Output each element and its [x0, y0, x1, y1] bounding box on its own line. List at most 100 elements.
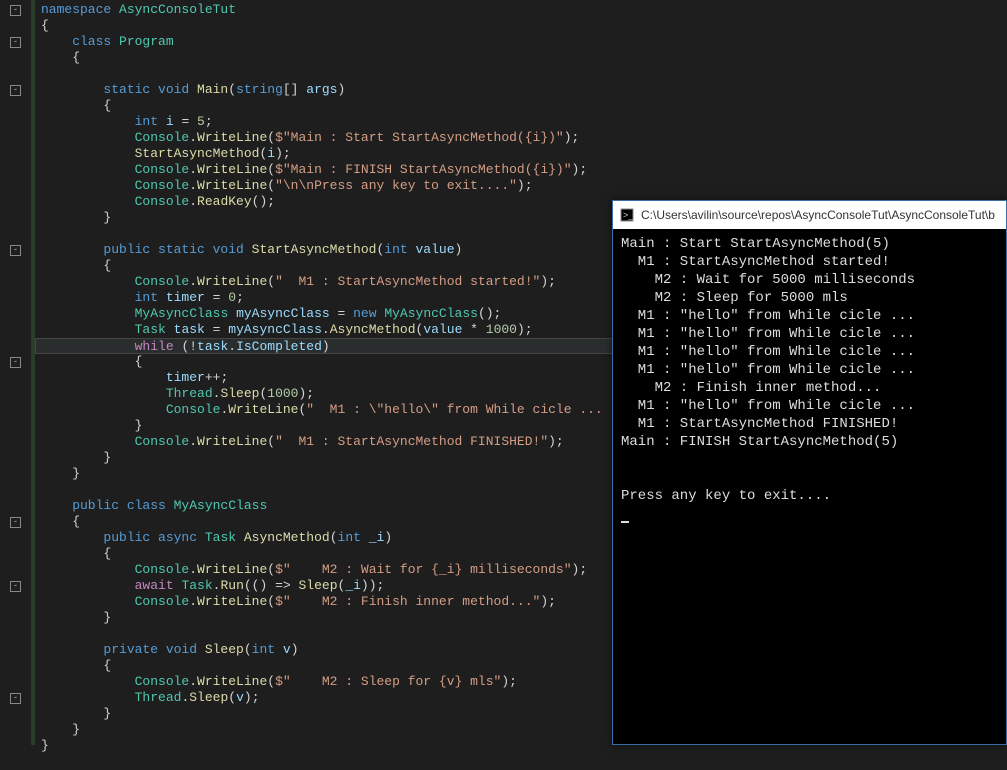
code-line[interactable]: Console.WriteLine($"Main : Start StartAs…	[41, 130, 1007, 146]
fold-toggle-icon[interactable]: -	[10, 245, 21, 256]
code-token: int	[41, 114, 166, 129]
code-token: WriteLine	[197, 434, 267, 449]
gutter-line	[0, 226, 31, 242]
code-token: Console	[135, 562, 190, 577]
code-token	[41, 274, 135, 289]
code-token	[41, 690, 135, 705]
code-token: }	[41, 418, 142, 433]
fold-toggle-icon[interactable]: -	[10, 581, 21, 592]
gutter-line	[0, 530, 31, 546]
code-token: Sleep	[298, 578, 337, 593]
code-token	[41, 162, 135, 177]
code-token: WriteLine	[197, 274, 267, 289]
code-line[interactable]: {	[41, 18, 1007, 34]
code-token: .	[189, 434, 197, 449]
gutter-line	[0, 386, 31, 402]
code-line[interactable]: {	[41, 98, 1007, 114]
code-token: " M1 : StartAsyncMethod started!"	[275, 274, 540, 289]
fold-toggle-icon[interactable]: -	[10, 357, 21, 368]
code-token: WriteLine	[197, 562, 267, 577]
code-line[interactable]: Console.WriteLine($"Main : FINISH StartA…	[41, 162, 1007, 178]
code-token: {	[41, 18, 49, 33]
console-line: M1 : StartAsyncMethod started!	[621, 253, 998, 271]
gutter-line	[0, 498, 31, 514]
gutter-line	[0, 722, 31, 738]
code-token: )	[455, 242, 463, 257]
code-token: (	[228, 690, 236, 705]
code-line[interactable]: namespace AsyncConsoleTut	[41, 2, 1007, 18]
code-token: StartAsyncMethod	[252, 242, 377, 257]
gutter-line	[0, 738, 31, 754]
code-token: (	[267, 674, 275, 689]
code-line[interactable]: Console.WriteLine("\n\nPress any key to …	[41, 178, 1007, 194]
code-token: WriteLine	[197, 594, 267, 609]
code-token: int	[338, 530, 369, 545]
code-token: Sleep	[189, 690, 228, 705]
gutter-line	[0, 178, 31, 194]
fold-toggle-icon[interactable]: -	[10, 693, 21, 704]
code-token: 1000	[486, 322, 517, 337]
code-token: }	[41, 610, 111, 625]
code-token: i	[267, 146, 275, 161]
console-line: M1 : StartAsyncMethod FINISHED!	[621, 415, 998, 433]
gutter-line	[0, 306, 31, 322]
console-line: M1 : "hello" from While cicle ...	[621, 361, 998, 379]
console-line: M2 : Finish inner method...	[621, 379, 998, 397]
code-token: (	[267, 594, 275, 609]
console-app-icon: >_	[619, 207, 635, 223]
code-line[interactable]: {	[41, 50, 1007, 66]
code-token: );	[572, 562, 588, 577]
code-token: );	[540, 274, 556, 289]
gutter-line: -	[0, 578, 31, 594]
code-token: _i	[345, 578, 361, 593]
gutter-line	[0, 610, 31, 626]
code-token: WriteLine	[197, 178, 267, 193]
code-token: {	[41, 50, 80, 65]
code-token: AsyncMethod	[244, 530, 330, 545]
console-window[interactable]: >_ C:\Users\avilin\source\repos\AsyncCon…	[612, 200, 1007, 745]
code-token: Program	[119, 34, 174, 49]
code-token: );	[517, 178, 533, 193]
code-line[interactable]: int i = 5;	[41, 114, 1007, 130]
code-line[interactable]: static void Main(string[] args)	[41, 82, 1007, 98]
code-token: value	[423, 322, 462, 337]
code-token: )	[384, 530, 392, 545]
code-line[interactable]: StartAsyncMethod(i);	[41, 146, 1007, 162]
code-token: *	[462, 322, 485, 337]
fold-toggle-icon[interactable]: -	[10, 5, 21, 16]
code-token: (	[267, 130, 275, 145]
code-token: .	[189, 194, 197, 209]
code-token: );	[564, 130, 580, 145]
console-output: Main : Start StartAsyncMethod(5) M1 : St…	[613, 229, 1006, 529]
code-line[interactable]: class Program	[41, 34, 1007, 50]
console-titlebar[interactable]: >_ C:\Users\avilin\source\repos\AsyncCon…	[613, 201, 1006, 229]
code-token: .	[189, 178, 197, 193]
gutter-line	[0, 674, 31, 690]
code-token	[41, 562, 135, 577]
code-token: .	[189, 674, 197, 689]
code-token: Console	[135, 434, 190, 449]
code-token: await	[135, 578, 182, 593]
code-token: .	[189, 162, 197, 177]
gutter-line	[0, 594, 31, 610]
code-token: " M1 : \"hello\" from While cicle ... "	[306, 402, 618, 417]
console-title-text: C:\Users\avilin\source\repos\AsyncConsol…	[641, 208, 995, 222]
code-token: Task	[135, 322, 166, 337]
code-token: v	[283, 642, 291, 657]
gutter-line	[0, 370, 31, 386]
code-token: .	[189, 274, 197, 289]
gutter-line	[0, 482, 31, 498]
code-token: =	[205, 290, 228, 305]
fold-toggle-icon[interactable]: -	[10, 37, 21, 48]
code-token: }	[41, 450, 111, 465]
fold-toggle-icon[interactable]: -	[10, 517, 21, 528]
svg-text:>_: >_	[623, 210, 634, 220]
gutter-line: -	[0, 2, 31, 18]
gutter-line	[0, 162, 31, 178]
code-token: " M1 : StartAsyncMethod FINISHED!"	[275, 434, 548, 449]
code-token: Task	[181, 578, 212, 593]
code-token	[41, 370, 166, 385]
code-token: timer	[166, 290, 205, 305]
code-line[interactable]	[41, 66, 1007, 82]
fold-toggle-icon[interactable]: -	[10, 85, 21, 96]
